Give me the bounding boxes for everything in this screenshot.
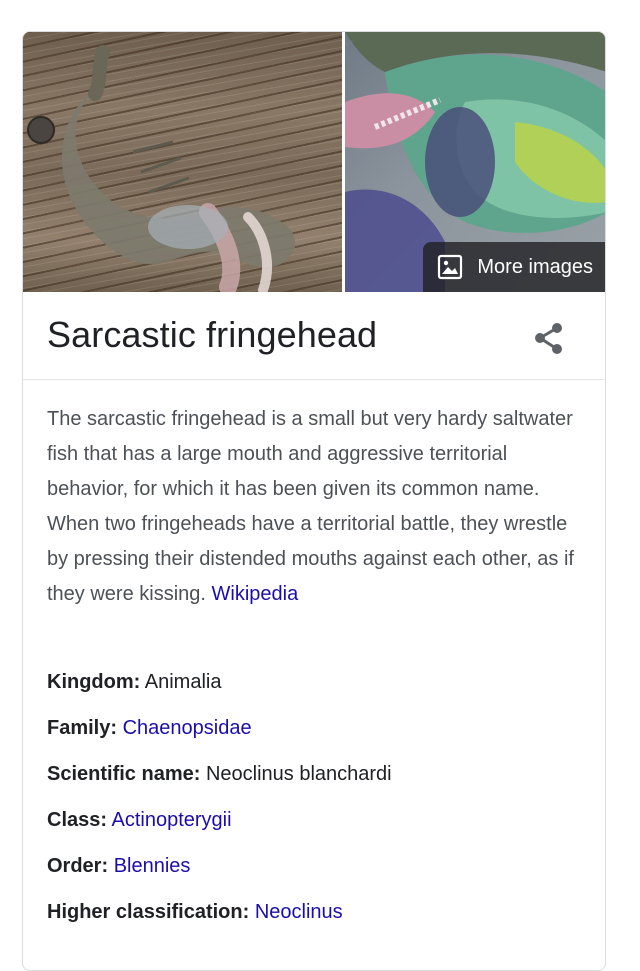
- family-link[interactable]: Chaenopsidae: [123, 717, 252, 739]
- description: The sarcastic fringehead is a small but …: [47, 402, 587, 612]
- wikipedia-link[interactable]: Wikipedia: [212, 583, 299, 605]
- fact-row-kingdom: Kingdom: Animalia: [47, 669, 587, 715]
- page-title: Sarcastic fringehead: [47, 314, 378, 355]
- fact-label: Higher classification:: [47, 901, 250, 923]
- facts-list: Kingdom: Animalia Family: Chaenopsidae S…: [47, 669, 587, 945]
- image-icon: [437, 254, 463, 280]
- fact-label: Kingdom:: [47, 671, 141, 693]
- panel-header: Sarcastic fringehead: [23, 292, 605, 380]
- fact-value: Neoclinus blanchardi: [205, 763, 392, 785]
- more-images-button[interactable]: More images: [423, 242, 605, 292]
- knowledge-panel: More images Sarcastic fringehead The sar…: [22, 31, 606, 971]
- fact-label: Family:: [47, 717, 118, 739]
- fact-row-higher-classification: Higher classification: Neoclinus: [47, 899, 587, 945]
- image-strip: More images: [23, 32, 605, 292]
- fact-row-family: Family: Chaenopsidae: [47, 715, 587, 761]
- fact-label: Scientific name:: [47, 763, 201, 785]
- share-icon[interactable]: [531, 320, 567, 356]
- fringehead-photo-art: [27, 45, 296, 292]
- fact-row-order: Order: Blennies: [47, 853, 587, 899]
- fringehead-photo[interactable]: [23, 32, 342, 292]
- fact-value: Animalia: [144, 671, 222, 693]
- more-images-label: More images: [477, 255, 593, 278]
- fact-row-class: Class: Actinopterygii: [47, 807, 587, 853]
- fact-label: Order:: [47, 855, 109, 877]
- fact-row-scientific-name: Scientific name: Neoclinus blanchardi: [47, 761, 587, 807]
- description-text: The sarcastic fringehead is a small but …: [47, 408, 574, 605]
- class-link[interactable]: Actinopterygii: [111, 809, 231, 831]
- fringehead-mouth-photo[interactable]: More images: [345, 32, 605, 292]
- fact-label: Class:: [47, 809, 108, 831]
- higher-classification-link[interactable]: Neoclinus: [255, 901, 343, 923]
- order-link[interactable]: Blennies: [114, 855, 191, 877]
